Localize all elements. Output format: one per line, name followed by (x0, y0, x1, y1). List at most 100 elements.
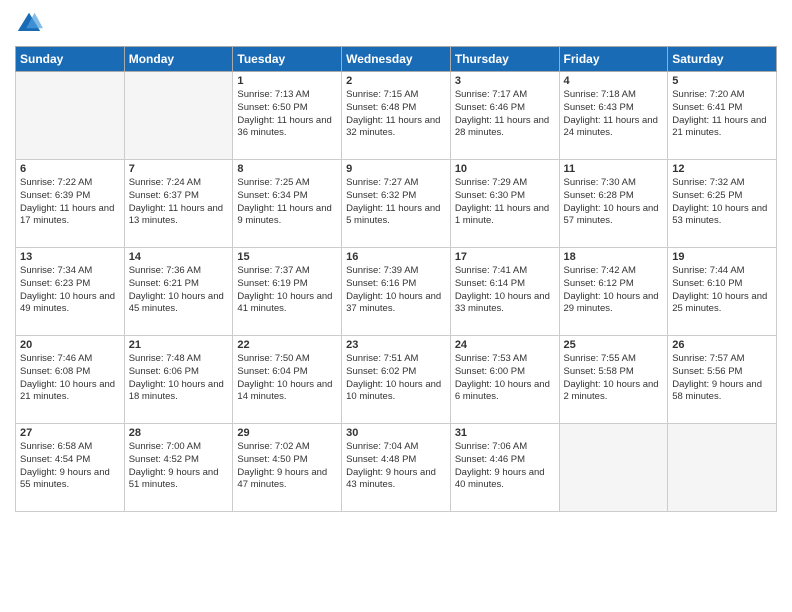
day-info: Sunrise: 7:41 AM Sunset: 6:14 PM Dayligh… (455, 265, 555, 316)
day-number: 30 (346, 427, 446, 439)
day-info: Sunrise: 7:32 AM Sunset: 6:25 PM Dayligh… (672, 177, 772, 228)
day-info: Sunrise: 7:46 AM Sunset: 6:08 PM Dayligh… (20, 353, 120, 404)
calendar-cell: 21 Sunrise: 7:48 AM Sunset: 6:06 PM Dayli… (124, 336, 233, 424)
calendar-cell: 12 Sunrise: 7:32 AM Sunset: 6:25 PM Dayli… (668, 160, 777, 248)
weekday-header-saturday: Saturday (668, 47, 777, 72)
day-info: Sunrise: 7:44 AM Sunset: 6:10 PM Dayligh… (672, 265, 772, 316)
weekday-header-tuesday: Tuesday (233, 47, 342, 72)
calendar-cell: 15 Sunrise: 7:37 AM Sunset: 6:19 PM Dayli… (233, 248, 342, 336)
calendar-cell: 8 Sunrise: 7:25 AM Sunset: 6:34 PM Daylig… (233, 160, 342, 248)
day-info: Sunrise: 7:57 AM Sunset: 5:56 PM Dayligh… (672, 353, 772, 404)
calendar-cell: 19 Sunrise: 7:44 AM Sunset: 6:10 PM Dayli… (668, 248, 777, 336)
calendar-cell: 10 Sunrise: 7:29 AM Sunset: 6:30 PM Dayli… (450, 160, 559, 248)
logo-icon (15, 10, 43, 38)
day-info: Sunrise: 7:36 AM Sunset: 6:21 PM Dayligh… (129, 265, 229, 316)
day-number: 6 (20, 163, 120, 175)
calendar-cell: 16Sunrise: 7:39 AM Sunset: 6:16 PM Dayli… (342, 248, 451, 336)
day-info: Sunrise: 7:27 AM Sunset: 6:32 PM Dayligh… (346, 177, 446, 228)
day-info: Sunrise: 7:25 AM Sunset: 6:34 PM Dayligh… (237, 177, 337, 228)
calendar-cell: 7 Sunrise: 7:24 AM Sunset: 6:37 PM Daylig… (124, 160, 233, 248)
day-number: 5 (672, 75, 772, 87)
calendar-table: SundayMondayTuesdayWednesdayThursdayFrid… (15, 46, 777, 512)
day-number: 29 (237, 427, 337, 439)
calendar-cell: 5 Sunrise: 7:20 AM Sunset: 6:41 PM Daylig… (668, 72, 777, 160)
page: SundayMondayTuesdayWednesdayThursdayFrid… (0, 0, 792, 612)
week-row-1: 1 Sunrise: 7:13 AM Sunset: 6:50 PM Daylig… (16, 72, 777, 160)
calendar-cell: 31 Sunrise: 7:06 AM Sunset: 4:46 PM Dayli… (450, 424, 559, 512)
calendar-cell: 2 Sunrise: 7:15 AM Sunset: 6:48 PM Daylig… (342, 72, 451, 160)
calendar-cell (668, 424, 777, 512)
day-number: 15 (237, 251, 337, 263)
calendar-cell: 22Sunrise: 7:50 AM Sunset: 6:04 PM Dayli… (233, 336, 342, 424)
day-number: 7 (129, 163, 229, 175)
weekday-header-row: SundayMondayTuesdayWednesdayThursdayFrid… (16, 47, 777, 72)
day-info: Sunrise: 7:17 AM Sunset: 6:46 PM Dayligh… (455, 89, 555, 140)
day-number: 27 (20, 427, 120, 439)
day-info: Sunrise: 7:13 AM Sunset: 6:50 PM Dayligh… (237, 89, 337, 140)
day-number: 14 (129, 251, 229, 263)
day-info: Sunrise: 7:00 AM Sunset: 4:52 PM Dayligh… (129, 441, 229, 492)
day-info: Sunrise: 7:20 AM Sunset: 6:41 PM Dayligh… (672, 89, 772, 140)
calendar-cell (16, 72, 125, 160)
day-info: Sunrise: 7:22 AM Sunset: 6:39 PM Dayligh… (20, 177, 120, 228)
day-number: 24 (455, 339, 555, 351)
day-number: 8 (237, 163, 337, 175)
calendar-cell: 29 Sunrise: 7:02 AM Sunset: 4:50 PM Dayli… (233, 424, 342, 512)
calendar-cell: 11 Sunrise: 7:30 AM Sunset: 6:28 PM Dayli… (559, 160, 668, 248)
day-number: 31 (455, 427, 555, 439)
calendar-cell: 30 Sunrise: 7:04 AM Sunset: 4:48 PM Dayli… (342, 424, 451, 512)
day-number: 23 (346, 339, 446, 351)
day-number: 12 (672, 163, 772, 175)
day-number: 18 (564, 251, 664, 263)
day-number: 10 (455, 163, 555, 175)
day-number: 2 (346, 75, 446, 87)
day-info: Sunrise: 7:29 AM Sunset: 6:30 PM Dayligh… (455, 177, 555, 228)
day-number: 19 (672, 251, 772, 263)
day-number: 17 (455, 251, 555, 263)
day-number: 20 (20, 339, 120, 351)
day-number: 28 (129, 427, 229, 439)
weekday-header-monday: Monday (124, 47, 233, 72)
day-info: Sunrise: 7:37 AM Sunset: 6:19 PM Dayligh… (237, 265, 337, 316)
calendar-cell: 1 Sunrise: 7:13 AM Sunset: 6:50 PM Daylig… (233, 72, 342, 160)
calendar-cell: 14 Sunrise: 7:36 AM Sunset: 6:21 PM Dayli… (124, 248, 233, 336)
weekday-header-friday: Friday (559, 47, 668, 72)
calendar-cell: 25 Sunrise: 7:55 AM Sunset: 5:58 PM Dayli… (559, 336, 668, 424)
calendar-cell: 3 Sunrise: 7:17 AM Sunset: 6:46 PM Daylig… (450, 72, 559, 160)
day-info: Sunrise: 7:53 AM Sunset: 6:00 PM Dayligh… (455, 353, 555, 404)
day-info: Sunrise: 7:15 AM Sunset: 6:48 PM Dayligh… (346, 89, 446, 140)
day-info: Sunrise: 7:04 AM Sunset: 4:48 PM Dayligh… (346, 441, 446, 492)
day-info: Sunrise: 7:34 AM Sunset: 6:23 PM Dayligh… (20, 265, 120, 316)
calendar-cell: 23Sunrise: 7:51 AM Sunset: 6:02 PM Dayli… (342, 336, 451, 424)
day-number: 25 (564, 339, 664, 351)
calendar-cell: 9 Sunrise: 7:27 AM Sunset: 6:32 PM Daylig… (342, 160, 451, 248)
calendar-cell: 20 Sunrise: 7:46 AM Sunset: 6:08 PM Dayli… (16, 336, 125, 424)
day-number: 9 (346, 163, 446, 175)
day-info: Sunrise: 7:24 AM Sunset: 6:37 PM Dayligh… (129, 177, 229, 228)
day-number: 26 (672, 339, 772, 351)
day-number: 21 (129, 339, 229, 351)
day-number: 4 (564, 75, 664, 87)
calendar-cell: 24 Sunrise: 7:53 AM Sunset: 6:00 PM Dayli… (450, 336, 559, 424)
day-number: 11 (564, 163, 664, 175)
day-info: Sunrise: 7:48 AM Sunset: 6:06 PM Dayligh… (129, 353, 229, 404)
day-number: 1 (237, 75, 337, 87)
day-info: Sunrise: 7:18 AM Sunset: 6:43 PM Dayligh… (564, 89, 664, 140)
day-number: 3 (455, 75, 555, 87)
calendar-cell: 17 Sunrise: 7:41 AM Sunset: 6:14 PM Dayli… (450, 248, 559, 336)
calendar-cell (559, 424, 668, 512)
day-number: 13 (20, 251, 120, 263)
calendar-cell: 18 Sunrise: 7:42 AM Sunset: 6:12 PM Dayli… (559, 248, 668, 336)
week-row-2: 6 Sunrise: 7:22 AM Sunset: 6:39 PM Daylig… (16, 160, 777, 248)
day-info: Sunrise: 7:02 AM Sunset: 4:50 PM Dayligh… (237, 441, 337, 492)
day-info: Sunrise: 7:42 AM Sunset: 6:12 PM Dayligh… (564, 265, 664, 316)
week-row-3: 13 Sunrise: 7:34 AM Sunset: 6:23 PM Dayli… (16, 248, 777, 336)
day-number: 16 (346, 251, 446, 263)
header (15, 10, 777, 38)
day-info: Sunrise: 7:55 AM Sunset: 5:58 PM Dayligh… (564, 353, 664, 404)
calendar-cell: 27Sunrise: 6:58 AM Sunset: 4:54 PM Dayli… (16, 424, 125, 512)
calendar-cell: 28 Sunrise: 7:00 AM Sunset: 4:52 PM Dayli… (124, 424, 233, 512)
day-info: Sunrise: 7:06 AM Sunset: 4:46 PM Dayligh… (455, 441, 555, 492)
day-info: Sunrise: 7:30 AM Sunset: 6:28 PM Dayligh… (564, 177, 664, 228)
calendar-cell: 26 Sunrise: 7:57 AM Sunset: 5:56 PM Dayli… (668, 336, 777, 424)
